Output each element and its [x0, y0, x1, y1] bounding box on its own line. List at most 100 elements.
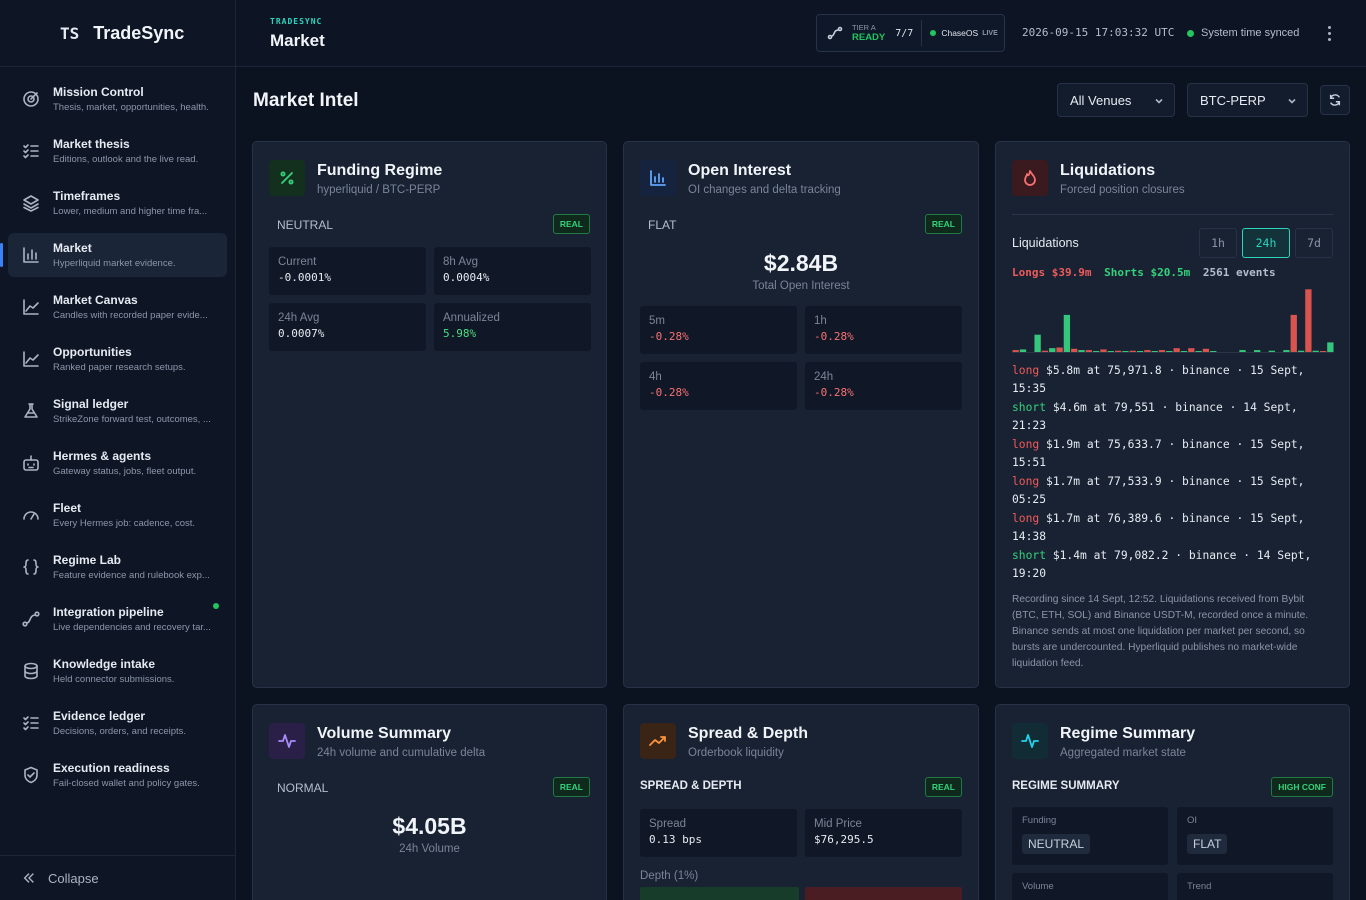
collapse-button[interactable]: Collapse [0, 855, 235, 900]
volume-summary-card: Volume Summary 24h volume and cumulative… [252, 704, 607, 900]
histogram-bar-longs [1114, 350, 1122, 352]
refresh-button[interactable] [1320, 85, 1350, 115]
sidebar-item-signal-ledger[interactable]: Signal ledger StrikeZone forward test, ou… [8, 389, 227, 433]
sidebar-item-label: Fleet [53, 501, 82, 515]
gauge-icon [20, 504, 42, 526]
data-source-badge: REAL [552, 777, 590, 797]
histogram-bar-longs [1173, 348, 1180, 352]
chevrons-left-icon [23, 873, 34, 883]
histogram-bar-longs [1071, 348, 1078, 352]
database-icon [20, 660, 42, 682]
funding-annualized-tile: Annualized 5.98% [434, 303, 591, 351]
sidebar-item-opportunities[interactable]: Opportunities Ranked paper research setup… [8, 337, 227, 381]
chevron-down-icon [1155, 98, 1163, 104]
sidebar-item-desc: Lower, medium and higher time fra... [53, 206, 208, 217]
sidebar-item-desc: StrikeZone forward test, outcomes, ... [53, 414, 211, 425]
tier-status-panel[interactable]: TIER A READY 7/7 ChaseOS LIVE [816, 14, 1005, 52]
volume-state: NORMAL [277, 781, 329, 795]
tile-label: 8h Avg [443, 256, 478, 268]
route-icon [20, 608, 42, 630]
tile-label: Trend [1187, 881, 1212, 892]
layers-icon [20, 192, 42, 214]
liquidation-feed: long $5.8m at 75,971.8 · binance · 15 Se… [1012, 362, 1334, 584]
oi-5m-tile: 5m -0.28% [640, 306, 797, 354]
tile-label: Funding [1022, 815, 1057, 826]
data-source-badge: REAL [924, 214, 962, 234]
status-dot [213, 603, 219, 609]
symbol-select[interactable]: BTC-PERP [1187, 83, 1308, 117]
target-icon [20, 88, 42, 110]
sidebar-item-knowledge-intake[interactable]: Knowledge intake Held connector submissio… [8, 649, 227, 693]
sidebar-item-execution-readiness[interactable]: Execution readiness Fail-closed wallet an… [8, 753, 227, 797]
sidebar-item-fleet[interactable]: Fleet Every Hermes job: cadence, cost. [8, 493, 227, 537]
oi-24h-tile: 24h -0.28% [805, 362, 962, 410]
timeframe-7d-button[interactable]: 7d [1295, 228, 1333, 258]
timeframe-1h-button[interactable]: 1h [1199, 228, 1237, 258]
app-root: TS TradeSync Mission Control Thesis, mark… [0, 0, 1366, 900]
sidebar-item-text: Knowledge intake Held connector submissio… [53, 657, 174, 685]
histogram-bar-shorts [1254, 350, 1261, 352]
flask-icon [20, 400, 42, 422]
spread-depth-card: Spread & Depth Orderbook liquidity SPREA… [623, 704, 979, 900]
tile-value: 0.13 bps [649, 833, 702, 846]
card-title: Open Interest [688, 162, 792, 179]
mid-price-tile: Mid Price $76,295.5 [805, 809, 962, 857]
header-timestamp: 2026-09-15 17:03:32 UTC [1022, 26, 1175, 39]
tile-label: Spread [649, 818, 687, 830]
regime-summary-card: Regime Summary Aggregated market state R… [995, 704, 1350, 900]
sync-status-dot [1187, 29, 1194, 37]
tier-count: 7/7 [895, 27, 914, 39]
sidebar-item-hermes-agents[interactable]: Hermes & agents Gateway status, jobs, fle… [8, 441, 227, 485]
live-status-dot [930, 30, 937, 36]
sidebar-item-market-canvas[interactable]: Market Canvas Candles with recorded paper… [8, 285, 227, 329]
shorts-total: Shorts $20.5m [1104, 266, 1191, 279]
data-source-badge: REAL [924, 777, 962, 797]
sidebar-item-market-thesis[interactable]: Market thesis Editions, outlook and the l… [8, 129, 227, 173]
histogram-bar-shorts [1107, 351, 1114, 352]
tile-label: Volume [1022, 881, 1054, 892]
sidebar-item-integration-pipeline[interactable]: Integration pipeline Live dependencies an… [8, 597, 227, 641]
brand[interactable]: TS TradeSync [0, 0, 235, 67]
funding-regime-card: Funding Regime hyperliquid / BTC-PERP NE… [252, 141, 607, 688]
symbol-select-value: BTC-PERP [1200, 92, 1266, 108]
bot-icon [20, 452, 42, 474]
open-interest-card: Open Interest OI changes and delta track… [623, 141, 979, 688]
sidebar-item-timeframes[interactable]: Timeframes Lower, medium and higher time … [8, 181, 227, 225]
sidebar-item-market[interactable]: Market Hyperliquid market evidence. [0, 233, 227, 277]
histogram-bar-longs [1144, 350, 1151, 352]
tile-value: -0.28% [814, 386, 854, 399]
card-title: Spread & Depth [688, 725, 809, 742]
oi-1h-tile: 1h -0.28% [805, 306, 962, 354]
sidebar-item-mission-control[interactable]: Mission Control Thesis, market, opportuni… [8, 77, 227, 121]
liquidation-detail: $5.8m at 75,971.8 · binance · 15 Sept, 1… [1012, 364, 1305, 395]
histogram-bar-longs [1290, 314, 1297, 352]
venue-select[interactable]: All Venues [1057, 83, 1175, 117]
sidebar-nav: Mission Control Thesis, market, opportuni… [0, 67, 235, 797]
sidebar-item-regime-lab[interactable]: Regime Lab Feature evidence and rulebook … [8, 545, 227, 589]
regime-chip: FLAT [1187, 834, 1228, 854]
sidebar-item-label: Opportunities [53, 345, 132, 359]
histogram-bar-shorts [1049, 348, 1056, 352]
histogram-bar-shorts [1312, 350, 1319, 352]
sidebar-item-text: Market Canvas Candles with recorded paper… [53, 293, 208, 321]
oi-4h-tile: 4h -0.28% [640, 362, 797, 410]
sidebar-item-desc: Hyperliquid market evidence. [53, 258, 176, 269]
activity-icon [269, 723, 305, 759]
more-menu-icon[interactable] [1322, 22, 1336, 44]
liquidation-detail: $1.7m at 77,533.9 · binance · 15 Sept, 0… [1012, 475, 1305, 506]
sidebar-item-text: Timeframes Lower, medium and higher time … [53, 189, 207, 217]
liquidations-heading: Liquidations [1012, 236, 1079, 250]
trend-line-icon [20, 348, 42, 370]
shield-check-icon [20, 764, 42, 786]
funding-24h-avg-tile: 24h Avg 0.0007% [269, 303, 426, 351]
sidebar-item-evidence-ledger[interactable]: Evidence ledger Decisions, orders, and re… [8, 701, 227, 745]
pulse-icon [1012, 723, 1048, 759]
timeframe-24h-button[interactable]: 24h [1242, 228, 1290, 258]
histogram-bar-shorts [1180, 351, 1188, 352]
sidebar-item-label: Hermes & agents [53, 449, 152, 463]
liquidation-side: short [1012, 401, 1047, 414]
histogram-bar-shorts [1268, 350, 1275, 352]
liquidations-card: Liquidations Forced position closures Li… [995, 141, 1350, 688]
tier-label: TIER A [852, 23, 876, 32]
card-subtitle: Aggregated market state [1060, 747, 1186, 759]
